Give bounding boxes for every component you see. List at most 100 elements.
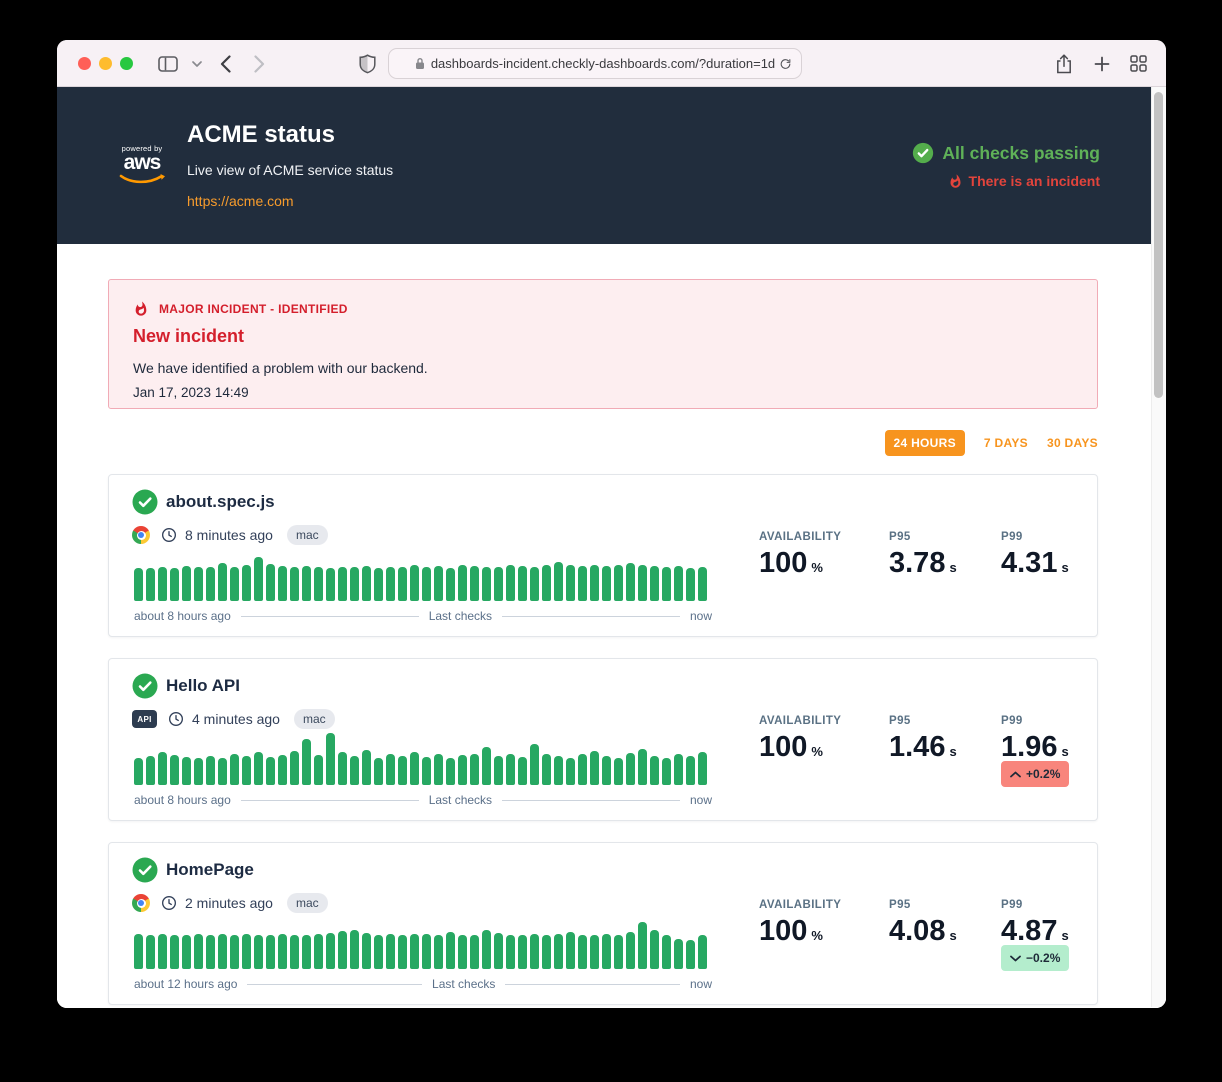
address-bar[interactable]: dashboards-incident.checkly-dashboards.c… <box>388 48 802 79</box>
privacy-shield-icon[interactable] <box>355 40 379 87</box>
status-bar <box>242 934 251 969</box>
availability-label: AVAILABILITY <box>759 531 841 543</box>
incident-level: MAJOR INCIDENT - IDENTIFIED <box>133 301 1073 317</box>
status-bar <box>206 567 215 601</box>
status-bar <box>686 568 695 601</box>
p99-value: 1.96 <box>1001 731 1057 763</box>
all-checks-passing: All checks passing <box>912 142 1100 164</box>
status-bar <box>566 565 575 601</box>
status-bar <box>194 758 203 785</box>
availability-value: 100 <box>759 547 807 579</box>
status-bar <box>446 568 455 601</box>
status-bar <box>278 566 287 601</box>
status-bar <box>578 754 587 785</box>
reload-icon[interactable] <box>779 57 792 71</box>
check-card-hello-api[interactable]: Hello API API 4 minutes ago mac about 8 … <box>108 658 1098 821</box>
status-bar <box>326 933 335 969</box>
chrome-browser-icon <box>132 894 150 912</box>
status-bar <box>590 935 599 969</box>
status-bar <box>470 566 479 601</box>
status-bar <box>518 757 527 785</box>
scrollbar-track[interactable] <box>1151 87 1166 1007</box>
axis-line <box>247 984 422 985</box>
axis-end-label: now <box>690 977 712 991</box>
status-bar <box>506 754 515 785</box>
clock-icon <box>168 711 184 727</box>
chart-axis: about 12 hours ago Last checks now <box>134 977 712 991</box>
status-bar <box>182 757 191 785</box>
check-meta: 8 minutes ago mac <box>132 525 328 545</box>
status-bar <box>254 935 263 969</box>
tab-overview-icon[interactable] <box>1125 40 1151 87</box>
p99-stat: P99 4.31s <box>1001 531 1069 584</box>
status-bar <box>674 754 683 785</box>
scrollbar-thumb[interactable] <box>1154 92 1163 398</box>
status-bar <box>350 756 359 785</box>
status-bar <box>206 756 215 785</box>
aws-wordmark: aws <box>113 153 171 173</box>
acme-link[interactable]: https://acme.com <box>187 193 294 209</box>
axis-line <box>502 800 680 801</box>
zoom-window-button[interactable] <box>120 57 133 70</box>
status-bar <box>626 932 635 969</box>
status-bar <box>206 935 215 969</box>
sidebar-icon[interactable] <box>153 40 183 87</box>
status-bar <box>386 934 395 969</box>
time-range-7-days[interactable]: 7 DAYS <box>984 436 1028 450</box>
aws-logo: powered by aws <box>113 144 171 191</box>
p99-label: P99 <box>1001 899 1069 911</box>
page-title: ACME status <box>187 121 335 149</box>
close-window-button[interactable] <box>78 57 91 70</box>
chevron-down-icon[interactable] <box>187 40 207 87</box>
share-icon[interactable] <box>1051 40 1077 87</box>
status-bar <box>254 752 263 785</box>
status-bar <box>530 934 539 969</box>
status-bar <box>302 566 311 601</box>
status-bar <box>170 755 179 785</box>
time-range-24-hours[interactable]: 24 HOURS <box>885 430 965 456</box>
status-bar <box>602 934 611 969</box>
availability-value: 100 <box>759 915 807 947</box>
status-bar <box>146 756 155 785</box>
p95-value: 4.08 <box>889 915 945 947</box>
lock-icon <box>415 57 425 70</box>
status-bar <box>494 756 503 785</box>
availability-stat: AVAILABILITY 100% <box>759 715 841 768</box>
availability-stat: AVAILABILITY 100% <box>759 531 841 584</box>
status-bar <box>230 754 239 785</box>
incident-level-label: MAJOR INCIDENT - IDENTIFIED <box>159 302 348 316</box>
p99-delta-badge: +0.2% <box>1001 761 1069 787</box>
p99-unit: s <box>1061 928 1068 943</box>
status-bar <box>350 567 359 601</box>
minimize-window-button[interactable] <box>99 57 112 70</box>
status-bar <box>374 568 383 601</box>
api-check-badge: API <box>132 710 157 728</box>
status-bar <box>434 754 443 785</box>
overall-status: All checks passing There is an incident <box>912 142 1100 189</box>
status-bar <box>638 749 647 785</box>
status-bar <box>422 567 431 601</box>
forward-button[interactable] <box>246 40 272 87</box>
status-bar <box>314 567 323 601</box>
last-run-time: 2 minutes ago <box>185 895 273 911</box>
status-bar <box>194 567 203 601</box>
status-bar <box>158 752 167 785</box>
status-bar <box>398 935 407 969</box>
flame-icon <box>948 174 963 189</box>
status-bar <box>362 933 371 969</box>
status-bar <box>302 935 311 969</box>
url-text: dashboards-incident.checkly-dashboards.c… <box>431 56 775 71</box>
back-button[interactable] <box>212 40 238 87</box>
status-bar <box>602 566 611 601</box>
check-meta: API 4 minutes ago mac <box>132 709 335 729</box>
status-bar <box>170 568 179 601</box>
status-bar <box>374 935 383 969</box>
new-tab-button[interactable] <box>1089 40 1115 87</box>
status-bar <box>218 934 227 969</box>
status-bar <box>434 935 443 969</box>
time-range-30-days[interactable]: 30 DAYS <box>1047 436 1098 450</box>
check-card-homepage[interactable]: HomePage 2 minutes ago mac about 12 hour… <box>108 842 1098 1005</box>
status-bar <box>458 755 467 785</box>
check-card-about-spec-js[interactable]: about.spec.js 8 minutes ago mac about 8 … <box>108 474 1098 637</box>
chevron-up-icon <box>1010 771 1021 778</box>
